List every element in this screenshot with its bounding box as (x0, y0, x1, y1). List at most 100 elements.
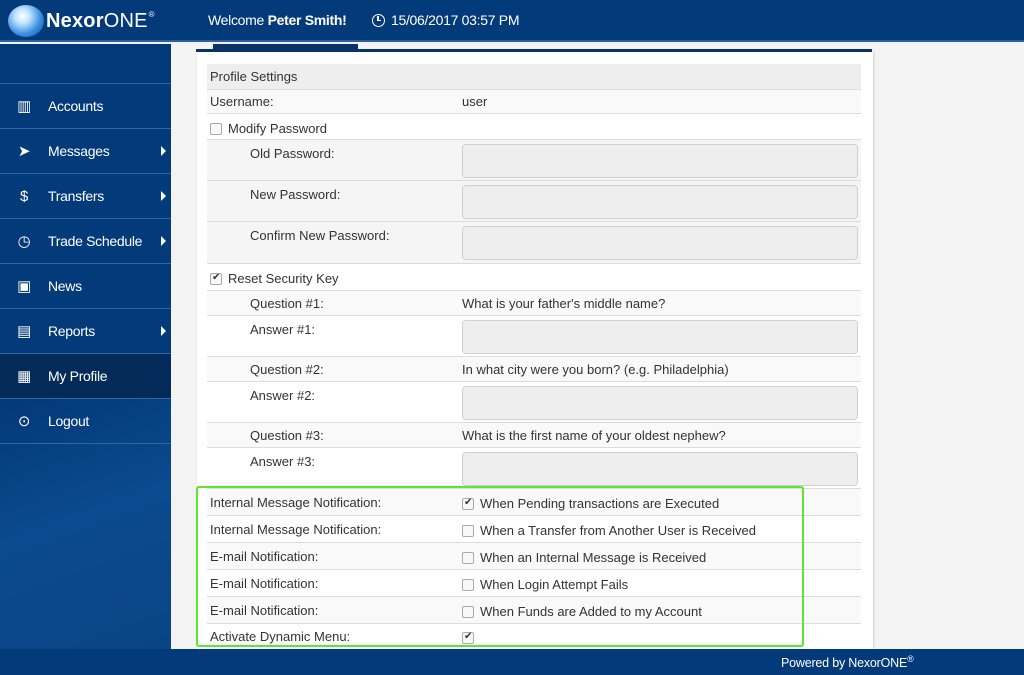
sidebar-item-transfers[interactable]: $ Transfers (0, 174, 171, 219)
footer: Powered by NexorONE® (0, 649, 1024, 675)
confirm-password-input[interactable] (462, 226, 858, 260)
logo-registered: ® (148, 9, 155, 19)
username-row: Username: user (207, 90, 861, 114)
sidebar-nav: ▥ Accounts ➤ Messages $ Transfers ◷ Trade Sched… (0, 83, 171, 444)
sidebar-item-trade-schedule[interactable]: ◷ Trade Schedule (0, 219, 171, 264)
chevron-right-icon (161, 146, 166, 156)
dynamic-menu-checkbox[interactable] (462, 631, 474, 644)
sidebar-item-label: Transfers (48, 188, 104, 204)
new-password-input[interactable] (462, 185, 858, 219)
welcome-prefix: Welcome (208, 12, 268, 28)
chevron-right-icon (161, 236, 166, 246)
reset-security-key-row: Reset Security Key (207, 264, 861, 291)
notification-checkbox[interactable] (462, 606, 474, 618)
notification-label: Internal Message Notification: (210, 522, 382, 537)
question-2-text: In what city were you born? (e.g. Philad… (462, 362, 729, 377)
answer-1-row: Answer #1: (207, 316, 861, 357)
address-book-icon: ▦ (17, 368, 31, 385)
notification-option-label: When Pending transactions are Executed (480, 496, 720, 511)
username-label: Username: (210, 94, 274, 109)
sidebar-item-logout[interactable]: ⊙ Logout (0, 399, 171, 444)
confirm-password-label: Confirm New Password: (250, 228, 390, 243)
reset-security-key-checkbox[interactable] (210, 272, 222, 285)
presentation-board-icon: ▤ (17, 323, 31, 340)
binders-icon: ▥ (17, 98, 31, 115)
sidebar-item-accounts[interactable]: ▥ Accounts (0, 84, 171, 129)
modify-password-checkbox[interactable] (210, 123, 222, 135)
modify-password-label: Modify Password (228, 121, 327, 136)
chevron-right-icon (161, 326, 166, 336)
dynamic-menu-label: Activate Dynamic Menu: (210, 629, 351, 644)
question-1-text: What is your father's middle name? (462, 296, 666, 311)
notification-checkbox[interactable] (462, 579, 474, 591)
unlocked-padlock-icon: ⊙ (17, 413, 31, 430)
confirm-password-row: Confirm New Password: (207, 222, 861, 264)
notification-option-label: When an Internal Message is Received (480, 550, 707, 565)
question-3-row: Question #3: What is the first name of y… (207, 423, 861, 448)
notification-row: Internal Message Notification: When Pendi… (207, 489, 861, 516)
new-password-row: New Password: (207, 181, 861, 222)
sidebar-item-reports[interactable]: ▤ Reports (0, 309, 171, 354)
tab-active-indicator[interactable] (213, 44, 358, 50)
new-password-label: New Password: (250, 187, 341, 202)
notification-label: E-mail Notification: (210, 576, 319, 591)
money-bag-icon: $ (19, 187, 29, 205)
radio-icon: ▣ (17, 278, 31, 295)
answer-1-input[interactable] (462, 320, 858, 354)
question-1-label: Question #1: (250, 296, 324, 311)
sidebar-item-label: Accounts (48, 98, 104, 114)
notification-checkbox[interactable] (462, 497, 474, 510)
dynamic-menu-row: Activate Dynamic Menu: (207, 624, 861, 648)
question-3-text: What is the first name of your oldest ne… (462, 428, 726, 443)
answer-3-input[interactable] (462, 452, 858, 486)
paper-plane-icon: ➤ (17, 143, 31, 160)
nexorone-logo[interactable]: NexorONE® (8, 4, 155, 38)
notification-checkbox[interactable] (462, 552, 474, 564)
sidebar-item-messages[interactable]: ➤ Messages (0, 129, 171, 174)
question-2-label: Question #2: (250, 362, 324, 377)
old-password-input[interactable] (462, 144, 858, 178)
current-datetime: 15/06/2017 03:57 PM (372, 12, 519, 28)
question-1-row: Question #1: What is your father's middl… (207, 291, 861, 316)
welcome-message: Welcome Peter Smith! (208, 12, 347, 28)
question-2-row: Question #2: In what city were you born?… (207, 357, 861, 382)
answer-2-label: Answer #2: (250, 388, 316, 403)
datetime-text: 15/06/2017 03:57 PM (391, 12, 520, 28)
notification-option-label: When Funds are Added to my Account (480, 604, 702, 619)
reset-security-key-label: Reset Security Key (228, 271, 339, 286)
sidebar-item-label: Reports (48, 323, 95, 339)
sidebar-item-my-profile[interactable]: ▦ My Profile (0, 354, 171, 399)
sidebar: ▥ Accounts ➤ Messages $ Transfers ◷ Trade Sched… (0, 44, 171, 649)
powered-by-text: Powered by NexorONE (781, 656, 908, 671)
sidebar-item-label: Trade Schedule (48, 233, 143, 249)
notification-row: E-mail Notification: When an Internal Mes… (207, 543, 861, 570)
question-3-label: Question #3: (250, 428, 324, 443)
sidebar-item-news[interactable]: ▣ News (0, 264, 171, 309)
modify-password-row: Modify Password (207, 114, 861, 140)
notification-label: Internal Message Notification: (210, 495, 382, 510)
answer-2-row: Answer #2: (207, 382, 861, 423)
powered-by-registered: ® (907, 654, 914, 664)
notification-label: E-mail Notification: (210, 603, 319, 618)
top-bar: NexorONE® Welcome Peter Smith! 15/06/201… (0, 0, 1024, 42)
section-title: Profile Settings (210, 69, 298, 84)
answer-2-input[interactable] (462, 386, 858, 420)
sidebar-item-label: Messages (48, 143, 110, 159)
notification-row: Internal Message Notification: When a Tra… (207, 516, 861, 543)
logo-text-bold: Nexor (46, 9, 104, 32)
notification-checkbox[interactable] (462, 525, 474, 537)
logo-orb-icon (8, 5, 44, 37)
powered-by: Powered by NexorONE® (781, 654, 914, 670)
answer-1-label: Answer #1: (250, 322, 316, 337)
notification-option-label: When a Transfer from Another User is Rec… (480, 523, 757, 538)
sidebar-item-label: Logout (48, 413, 90, 429)
chevron-right-icon (161, 191, 166, 201)
user-name: Peter Smith! (267, 12, 347, 28)
clock-icon (372, 13, 385, 27)
old-password-row: Old Password: (207, 140, 861, 181)
notification-row: E-mail Notification: When Funds are Added… (207, 597, 861, 624)
sidebar-item-label: My Profile (48, 368, 108, 384)
answer-3-label: Answer #3: (250, 454, 316, 469)
notification-option-label: When Login Attempt Fails (480, 577, 629, 592)
notification-row: E-mail Notification: When Login Attempt F… (207, 570, 861, 597)
